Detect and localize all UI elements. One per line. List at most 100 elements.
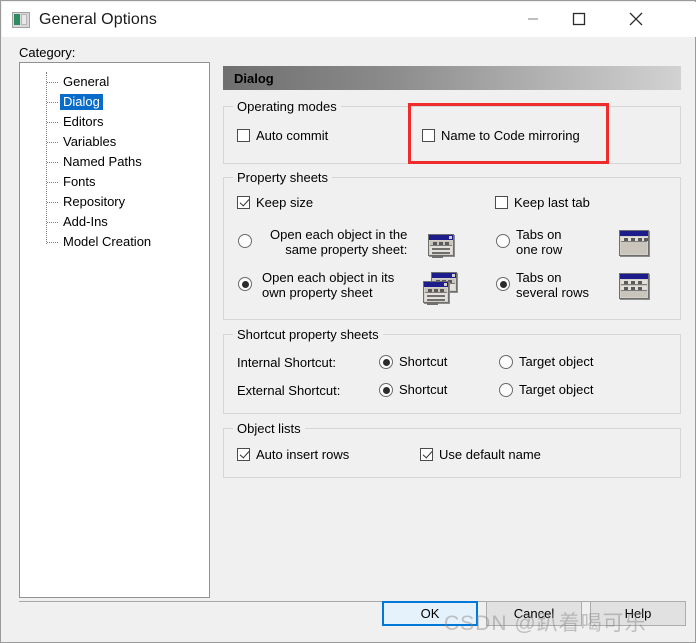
radio-button bbox=[238, 277, 252, 291]
ok-button[interactable]: OK bbox=[382, 601, 478, 626]
minimize-button[interactable] bbox=[510, 2, 556, 35]
shortcut-property-sheets-group: Shortcut property sheets Internal Shortc… bbox=[223, 327, 681, 414]
stacked-property-sheets-icon bbox=[423, 272, 461, 305]
tree-item-dialog[interactable]: Dialog bbox=[20, 92, 209, 112]
checkbox-box bbox=[237, 129, 250, 142]
radio-button bbox=[496, 234, 510, 248]
open-own-property-sheet-radio[interactable]: Open each object in its own property she… bbox=[238, 270, 394, 300]
tree-item-label: Fonts bbox=[63, 174, 96, 189]
tree-elbow-icon bbox=[47, 162, 58, 163]
use-default-name-label: Use default name bbox=[439, 447, 541, 462]
object-lists-group: Object lists Auto insert rows Use defaul… bbox=[223, 421, 681, 478]
keep-last-tab-label: Keep last tab bbox=[514, 195, 590, 210]
tree-item-model-creation[interactable]: Model Creation bbox=[20, 232, 209, 252]
auto-commit-checkbox[interactable]: Auto commit bbox=[237, 128, 328, 143]
tabs-one-row-label: Tabs on one row bbox=[516, 227, 563, 257]
tree-item-repository[interactable]: Repository bbox=[20, 192, 209, 212]
external-target-object-radio[interactable]: Target object bbox=[499, 382, 593, 397]
maximize-icon bbox=[572, 12, 586, 25]
auto-insert-rows-label: Auto insert rows bbox=[256, 447, 350, 462]
close-icon bbox=[629, 12, 643, 25]
ok-button-label: OK bbox=[420, 606, 440, 621]
single-property-sheet-icon bbox=[428, 232, 459, 259]
close-button[interactable] bbox=[613, 2, 659, 35]
tree-elbow-icon bbox=[47, 122, 58, 123]
tree-elbow-icon bbox=[47, 142, 58, 143]
checkbox-box bbox=[237, 196, 250, 209]
open-own-property-sheet-label: Open each object in its own property she… bbox=[262, 270, 395, 300]
window-title: General Options bbox=[39, 10, 158, 28]
internal-target-object-radio[interactable]: Target object bbox=[499, 354, 593, 369]
pane-header: Dialog bbox=[223, 66, 681, 90]
internal-shortcut-radio[interactable]: Shortcut bbox=[379, 354, 447, 369]
tree-item-editors[interactable]: Editors bbox=[20, 112, 209, 132]
external-shortcut-option-label: Shortcut bbox=[399, 382, 448, 397]
tabs-several-rows-icon bbox=[619, 273, 650, 300]
minimize-icon bbox=[528, 17, 538, 20]
tree-item-variables[interactable]: Variables bbox=[20, 132, 209, 152]
auto-insert-rows-checkbox[interactable]: Auto insert rows bbox=[237, 447, 349, 462]
auto-commit-label: Auto commit bbox=[256, 128, 329, 143]
internal-target-object-label: Target object bbox=[519, 354, 594, 369]
name-to-code-mirroring-label: Name to Code mirroring bbox=[441, 128, 580, 143]
tree-elbow-icon bbox=[47, 102, 58, 103]
external-shortcut-label: External Shortcut: bbox=[237, 383, 341, 398]
radio-button bbox=[379, 382, 393, 397]
group-title: Shortcut property sheets bbox=[233, 327, 383, 342]
group-title: Operating modes bbox=[233, 99, 341, 114]
category-label: Category: bbox=[19, 45, 76, 60]
tree-elbow-icon bbox=[47, 182, 58, 183]
help-button[interactable]: Help bbox=[590, 601, 686, 626]
general-options-dialog: General Options Category: General Dialog bbox=[0, 0, 696, 643]
help-button-label: Help bbox=[624, 606, 652, 621]
radio-button bbox=[499, 382, 513, 397]
external-target-object-label: Target object bbox=[519, 382, 594, 397]
tree-item-label: Add-Ins bbox=[63, 214, 108, 229]
radio-button bbox=[379, 354, 393, 369]
checkbox-box bbox=[422, 129, 435, 142]
property-sheets-group: Property sheets Keep size Keep last tab … bbox=[223, 170, 681, 320]
cancel-button-label: Cancel bbox=[513, 606, 555, 621]
use-default-name-checkbox[interactable]: Use default name bbox=[420, 447, 541, 462]
tree-item-label: Repository bbox=[63, 194, 126, 209]
name-to-code-mirroring-checkbox[interactable]: Name to Code mirroring bbox=[422, 128, 580, 143]
keep-last-tab-checkbox[interactable]: Keep last tab bbox=[495, 195, 590, 210]
checkbox-box bbox=[420, 448, 433, 461]
open-same-property-sheet-radio[interactable]: Open each object in the same property sh… bbox=[238, 227, 407, 257]
radio-button bbox=[499, 354, 513, 369]
tree-item-label: Model Creation bbox=[63, 234, 152, 249]
cancel-button[interactable]: Cancel bbox=[486, 601, 582, 626]
keep-size-checkbox[interactable]: Keep size bbox=[237, 195, 313, 210]
dialog-settings-pane: Dialog Operating modes Auto commit Name … bbox=[223, 66, 681, 586]
tree-item-label: General bbox=[63, 74, 110, 89]
maximize-button[interactable] bbox=[556, 2, 602, 35]
open-same-property-sheet-label: Open each object in the same property sh… bbox=[270, 227, 408, 257]
tree-elbow-icon bbox=[47, 222, 58, 223]
keep-size-label: Keep size bbox=[256, 195, 314, 210]
tree-elbow-icon bbox=[47, 82, 58, 83]
operating-modes-group: Operating modes Auto commit Name to Code… bbox=[223, 99, 681, 164]
tree-item-label: Dialog bbox=[60, 94, 103, 110]
tree-elbow-icon bbox=[47, 242, 58, 243]
external-shortcut-radio[interactable]: Shortcut bbox=[379, 382, 447, 397]
tree-item-label: Variables bbox=[63, 134, 117, 149]
tree-item-add-ins[interactable]: Add-Ins bbox=[20, 212, 209, 232]
application-window-icon bbox=[12, 11, 30, 28]
tree-item-label: Named Paths bbox=[63, 154, 142, 169]
tabs-several-rows-label: Tabs on several rows bbox=[516, 270, 589, 300]
tree-item-named-paths[interactable]: Named Paths bbox=[20, 152, 209, 172]
tree-item-general[interactable]: General bbox=[20, 72, 209, 92]
tree-elbow-icon bbox=[47, 202, 58, 203]
internal-shortcut-option-label: Shortcut bbox=[399, 354, 448, 369]
tree-item-label: Editors bbox=[63, 114, 104, 129]
group-title: Object lists bbox=[233, 421, 305, 436]
radio-button bbox=[496, 277, 510, 291]
tabs-several-rows-radio[interactable]: Tabs on several rows bbox=[496, 270, 589, 300]
category-tree[interactable]: General Dialog Editors Variables Named P… bbox=[19, 62, 210, 598]
tree-item-fonts[interactable]: Fonts bbox=[20, 172, 209, 192]
tabs-one-row-radio[interactable]: Tabs on one row bbox=[496, 227, 562, 257]
checkbox-box bbox=[495, 196, 508, 209]
internal-shortcut-label: Internal Shortcut: bbox=[237, 355, 336, 370]
checkbox-box bbox=[237, 448, 250, 461]
tabs-one-row-icon bbox=[619, 230, 650, 257]
